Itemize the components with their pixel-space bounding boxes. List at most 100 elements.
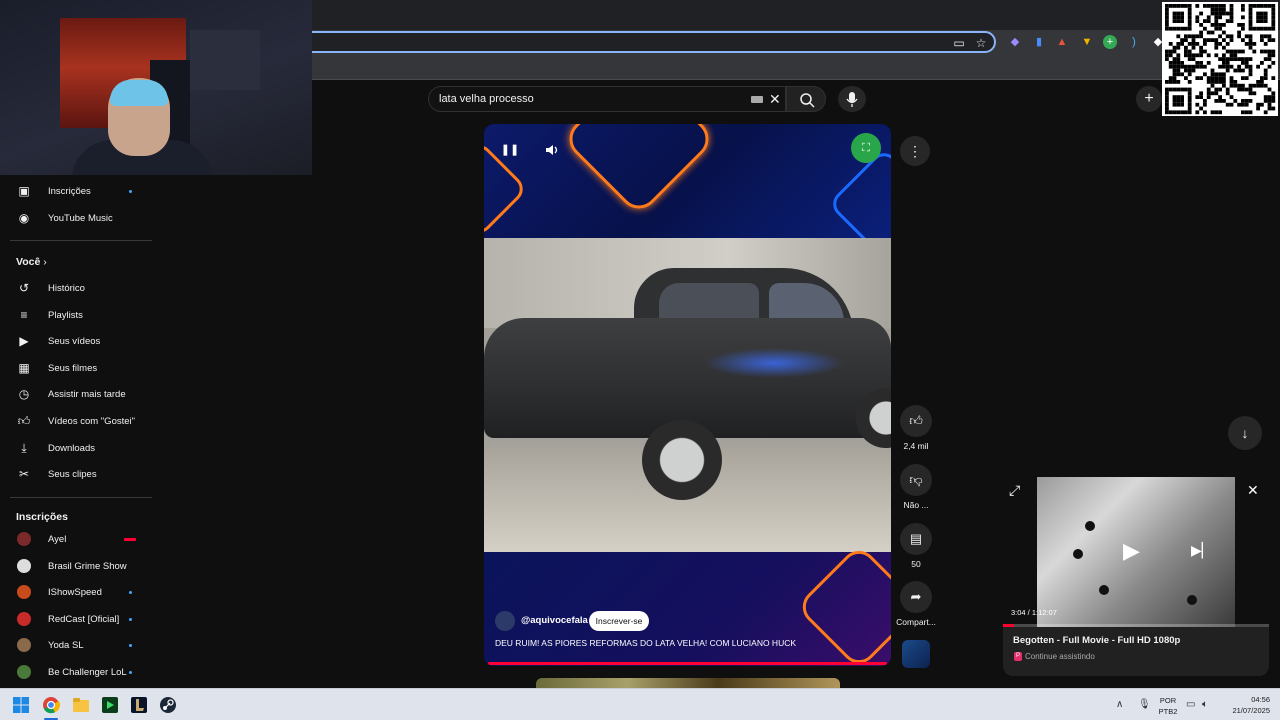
language-top[interactable]: POR — [1156, 696, 1180, 705]
next-video-icon[interactable]: ▶▏ — [1191, 541, 1213, 559]
sidebar-item[interactable]: ↺ Histórico — [0, 276, 152, 302]
channel-name[interactable]: @aquivocefala — [521, 615, 588, 626]
frame-spot — [1099, 585, 1109, 595]
extension-fox-icon[interactable]: ▲ — [1055, 35, 1069, 49]
network-icon[interactable]: ▭ — [1186, 699, 1195, 711]
steam-icon[interactable] — [159, 696, 177, 714]
language-bottom[interactable]: PTB2 — [1156, 707, 1180, 716]
sidebar-item[interactable]: ▣ Inscrições — [0, 179, 152, 205]
subscription-item[interactable]: Ayel — [0, 527, 152, 553]
search-input[interactable]: lata velha processo ✕ — [428, 86, 786, 112]
volume-button[interactable] — [538, 136, 566, 164]
subscription-item[interactable]: RedCast [Oficial] — [0, 607, 152, 633]
qr-module — [1214, 26, 1219, 31]
sidebar-item[interactable]: ◉ YouTube Music — [0, 206, 152, 232]
qr-module — [1256, 15, 1260, 20]
qr-module — [1271, 95, 1276, 99]
expand-miniplayer-icon[interactable]: ⤢ — [1009, 481, 1020, 499]
play-icon[interactable]: ▶ — [1123, 539, 1140, 563]
speaker-icon[interactable]: 🔈︎ — [1202, 699, 1208, 711]
create-button[interactable]: + — [1136, 86, 1162, 112]
clear-search-icon[interactable]: ✕ — [769, 91, 781, 107]
chevron-up-icon[interactable]: ∧ — [1116, 699, 1123, 711]
short-progress-bar[interactable] — [488, 662, 887, 665]
qr-module — [1263, 76, 1268, 80]
clock-date[interactable]: 21/07/2025 — [1222, 706, 1270, 715]
subscribe-button[interactable]: Inscrever-se — [589, 611, 649, 631]
comments-button[interactable]: ▤ — [900, 523, 932, 555]
sidebar-you-heading[interactable]: Você › — [16, 256, 47, 268]
chrome-icon[interactable] — [42, 696, 60, 714]
next-short-button[interactable]: ↓ — [1228, 416, 1262, 450]
search-button[interactable] — [786, 86, 826, 112]
subscription-item[interactable]: Brasil Grime Show — [0, 554, 152, 580]
voice-search-button[interactable] — [838, 86, 866, 112]
dislike-button[interactable]: 👎︎ — [900, 464, 932, 496]
channel-avatar[interactable] — [495, 611, 515, 631]
qr-module — [1222, 38, 1226, 42]
address-bar[interactable]: ▭ ☆ — [300, 31, 996, 53]
car-wheel — [642, 420, 722, 500]
fullscreen-button[interactable]: ⛶ — [851, 133, 881, 163]
share-icon: ➦ — [910, 589, 922, 604]
miniplayer-subtitle: Continue assistindo — [1025, 652, 1095, 661]
thumbs-up-icon: 👍︎ — [909, 413, 923, 428]
pause-button[interactable]: ❚❚ — [496, 136, 524, 164]
sidebar-item[interactable]: ✂ Seus clipes — [0, 462, 152, 488]
microphone-tray-icon[interactable]: 🎙︎ — [1138, 699, 1151, 711]
sidebar-item[interactable]: ◷ Assistir mais tarde — [0, 382, 152, 408]
league-client-icon[interactable] — [130, 696, 148, 714]
extension-plus-icon[interactable]: + — [1103, 35, 1117, 49]
subscription-item[interactable]: Yoda SL — [0, 633, 152, 659]
qr-module — [1184, 64, 1188, 69]
sidebar-item[interactable]: ≡ Playlists — [0, 303, 152, 329]
sidebar-item[interactable]: ⤓ Downloads — [0, 436, 152, 462]
extension-trophy-icon[interactable]: ▼ — [1080, 35, 1094, 49]
windows-start-icon[interactable] — [12, 696, 30, 714]
qr-module — [1225, 11, 1230, 16]
extension-shield-icon[interactable]: ▮ — [1032, 35, 1046, 49]
qr-module — [1225, 64, 1230, 69]
qr-module — [1172, 64, 1177, 69]
miniplayer-video[interactable]: ⤢ ✕ ▶ ▶▏ 3:04 / 1:12:07 — [1003, 477, 1269, 627]
qr-module — [1237, 87, 1241, 92]
qr-module — [1260, 4, 1264, 8]
qr-module — [1252, 49, 1257, 54]
cast-icon[interactable]: ▭ — [952, 36, 966, 50]
qr-module — [1229, 38, 1234, 42]
keyboard-icon[interactable] — [751, 96, 763, 103]
extension-wave-icon[interactable]: ) — [1127, 35, 1141, 49]
qr-module — [1195, 4, 1200, 8]
qr-module — [1241, 83, 1245, 88]
miniplayer[interactable]: ⤢ ✕ ▶ ▶▏ 3:04 / 1:12:07 Begotten - Full … — [1003, 477, 1269, 676]
qr-module — [1233, 49, 1238, 54]
media-app-icon[interactable] — [101, 696, 119, 714]
sound-remix-thumbnail[interactable] — [902, 640, 930, 668]
share-button[interactable]: ➦ — [900, 581, 932, 613]
qr-module — [1237, 68, 1241, 73]
miniplayer-title[interactable]: Begotten - Full Movie - Full HD 1080p — [1013, 635, 1180, 646]
new-content-dot — [129, 617, 132, 621]
qr-module — [1267, 38, 1272, 42]
clock-time[interactable]: 04:56 — [1222, 695, 1270, 704]
like-button[interactable]: 👍︎ — [900, 405, 932, 437]
file-explorer-icon[interactable] — [72, 696, 90, 714]
sidebar-item[interactable]: ▦ Seus filmes — [0, 356, 152, 382]
more-options-button[interactable]: ⋮ — [900, 136, 930, 166]
subscription-item[interactable]: IShowSpeed — [0, 580, 152, 606]
qr-module — [1191, 45, 1196, 50]
sidebar-item[interactable]: 👍︎ Vídeos com "Gostei" — [0, 409, 152, 435]
search-icon — [800, 93, 815, 108]
qr-module — [1184, 87, 1188, 92]
search-query: lata velha processo — [439, 93, 534, 105]
extension-ai-icon[interactable]: ◆ — [1008, 35, 1022, 49]
sidebar-item[interactable]: ▶ Seus vídeos — [0, 329, 152, 355]
bookmark-star-icon[interactable]: ☆ — [974, 36, 988, 50]
short-player[interactable]: ❚❚ ⛶ @aquivocefala Inscrever-se DEU RUIM… — [484, 124, 891, 666]
sidebar-item-label: Assistir mais tarde — [48, 389, 126, 401]
close-miniplayer-icon[interactable]: ✕ — [1247, 481, 1259, 499]
qr-module — [1172, 57, 1177, 61]
miniplayer-progress[interactable] — [1003, 624, 1269, 627]
short-title[interactable]: DEU RUIM! AS PIORES REFORMAS DO LATA VEL… — [495, 638, 885, 648]
subscription-item[interactable]: Be Challenger LoL — [0, 660, 152, 686]
